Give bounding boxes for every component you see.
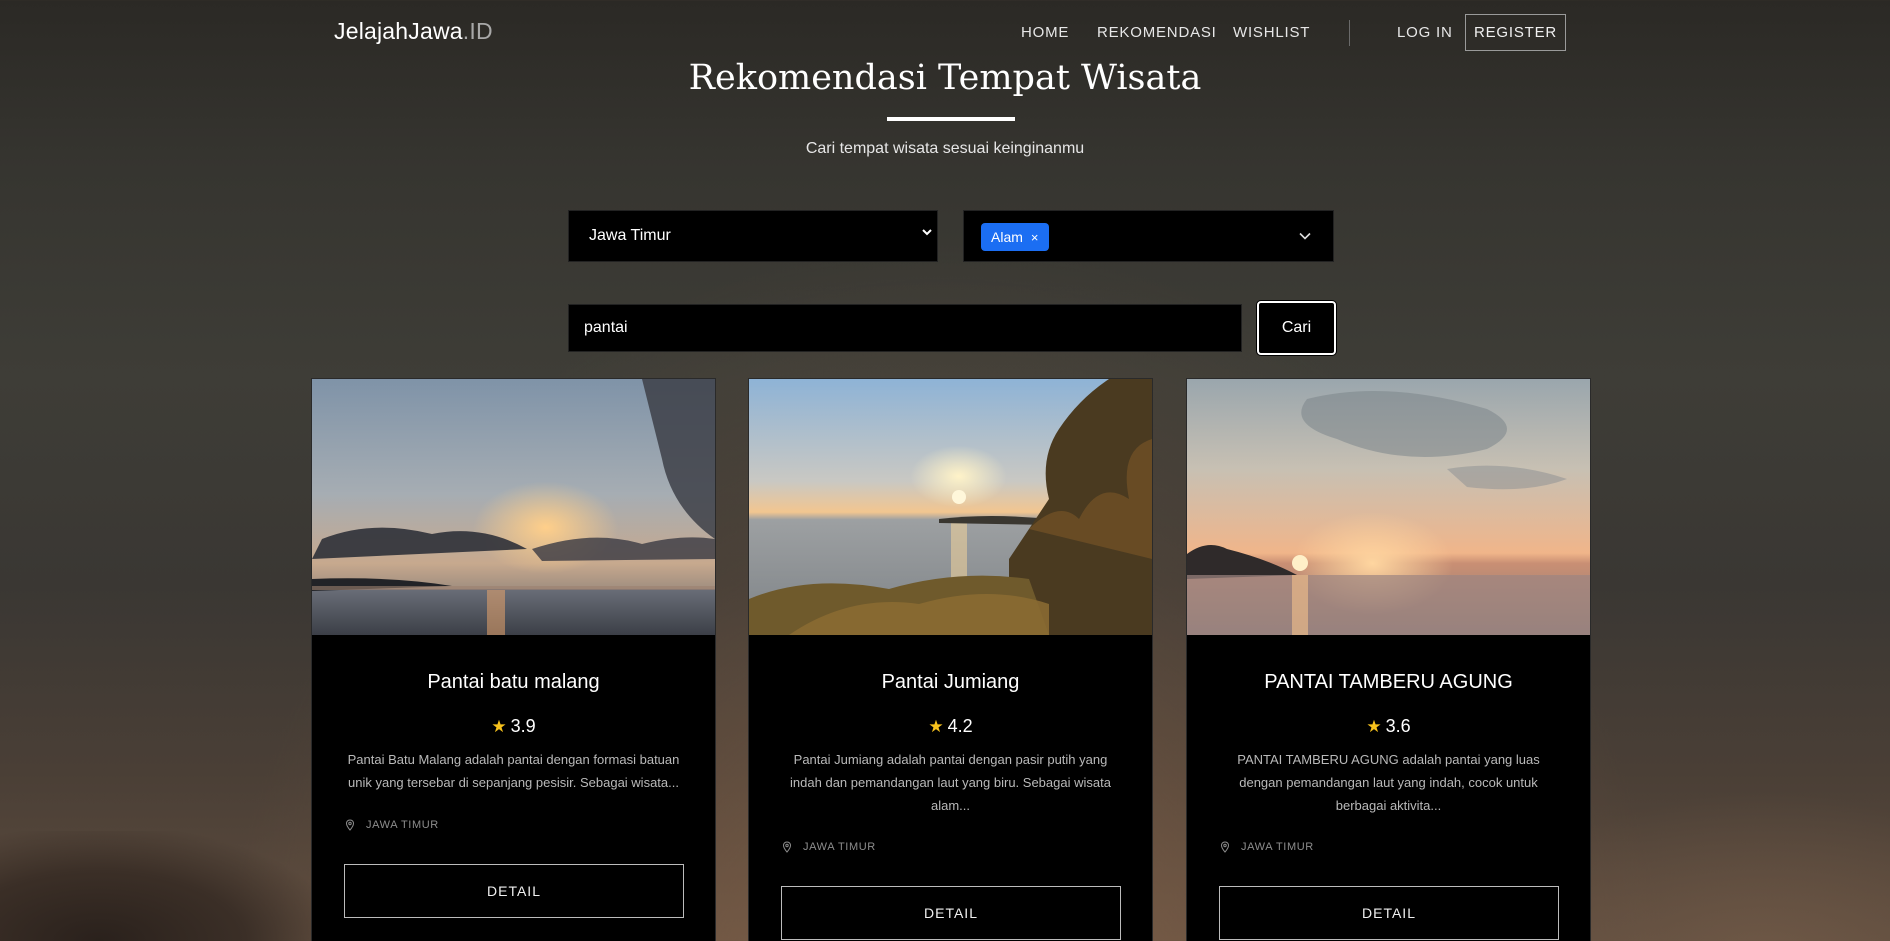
nav-divider <box>1349 20 1350 46</box>
register-button[interactable]: REGISTER <box>1465 14 1566 51</box>
rating-value: 4.2 <box>947 716 973 736</box>
location-label: JAWA TIMUR <box>803 841 876 853</box>
card-rating: ★ 3.6 <box>1187 716 1590 737</box>
brand-main: JelajahJawa <box>334 18 463 44</box>
navbar: JelajahJawa.ID HOME REKOMENDASI WISHLIST… <box>0 0 1890 66</box>
detail-button[interactable]: DETAIL <box>344 864 684 918</box>
location-pin-icon <box>345 819 355 831</box>
star-icon: ★ <box>1366 717 1382 736</box>
nav-wishlist-link[interactable]: WISHLIST <box>1233 24 1310 41</box>
category-tag-label: Alam <box>991 229 1023 245</box>
chevron-down-icon <box>1299 232 1311 240</box>
card-description: PANTAI TAMBERU AGUNG adalah pantai yang … <box>1237 752 1540 813</box>
rating-value: 3.6 <box>1385 716 1411 736</box>
brand-tld: .ID <box>462 18 493 44</box>
category-tag: Alam × <box>981 223 1049 251</box>
location-pin-icon <box>1220 841 1230 853</box>
card-location: JAWA TIMUR <box>1219 841 1314 853</box>
card-title: Pantai batu malang <box>427 671 600 693</box>
card-image <box>1187 379 1590 635</box>
card-location: JAWA TIMUR <box>781 841 876 853</box>
card-title: PANTAI TAMBERU AGUNG <box>1264 671 1513 693</box>
tag-remove-icon[interactable]: × <box>1031 230 1039 245</box>
card-title: Pantai Jumiang <box>881 671 1020 693</box>
province-select-value: Jawa Timur <box>589 227 671 244</box>
nav-rekomendasi-link[interactable]: REKOMENDASI <box>1097 24 1217 41</box>
background-hill <box>0 831 330 941</box>
search-button[interactable]: Cari <box>1257 301 1336 355</box>
destination-card: Pantai batu malang ★ 3.9 Pantai Batu Mala… <box>311 378 716 941</box>
card-location: JAWA TIMUR <box>344 819 439 831</box>
brand-logo[interactable]: JelajahJawa.ID <box>334 18 493 45</box>
card-description: Pantai Jumiang adalah pantai dengan pasi… <box>790 752 1111 813</box>
detail-button[interactable]: DETAIL <box>1219 886 1559 940</box>
star-icon: ★ <box>491 717 507 736</box>
rating-value: 3.9 <box>510 716 536 736</box>
location-label: JAWA TIMUR <box>1241 841 1314 853</box>
card-image <box>749 379 1152 635</box>
location-label: JAWA TIMUR <box>366 819 439 831</box>
detail-button[interactable]: DETAIL <box>781 886 1121 940</box>
login-link[interactable]: LOG IN <box>1397 24 1453 41</box>
nav-home-link[interactable]: HOME <box>1021 24 1069 41</box>
province-select[interactable]: Jawa Timur <box>568 210 938 262</box>
chevron-down-icon <box>921 226 933 242</box>
card-image <box>312 379 715 635</box>
card-rating: ★ 4.2 <box>749 716 1152 737</box>
category-multiselect[interactable]: Alam × <box>963 210 1334 262</box>
card-rating: ★ 3.9 <box>312 716 715 737</box>
title-underline <box>887 117 1015 121</box>
page-subtitle: Cari tempat wisata sesuai keinginanmu <box>805 140 1085 157</box>
search-input[interactable] <box>568 304 1242 352</box>
page-title: Rekomendasi Tempat Wisata <box>688 58 1202 98</box>
star-icon: ★ <box>928 717 944 736</box>
destination-card: Pantai Jumiang ★ 4.2 Pantai Jumiang adala… <box>748 378 1153 941</box>
card-description: Pantai Batu Malang adalah pantai dengan … <box>347 752 680 790</box>
location-pin-icon <box>782 841 792 853</box>
destination-card: PANTAI TAMBERU AGUNG ★ 3.6 PANTAI TAMBERU… <box>1186 378 1591 941</box>
